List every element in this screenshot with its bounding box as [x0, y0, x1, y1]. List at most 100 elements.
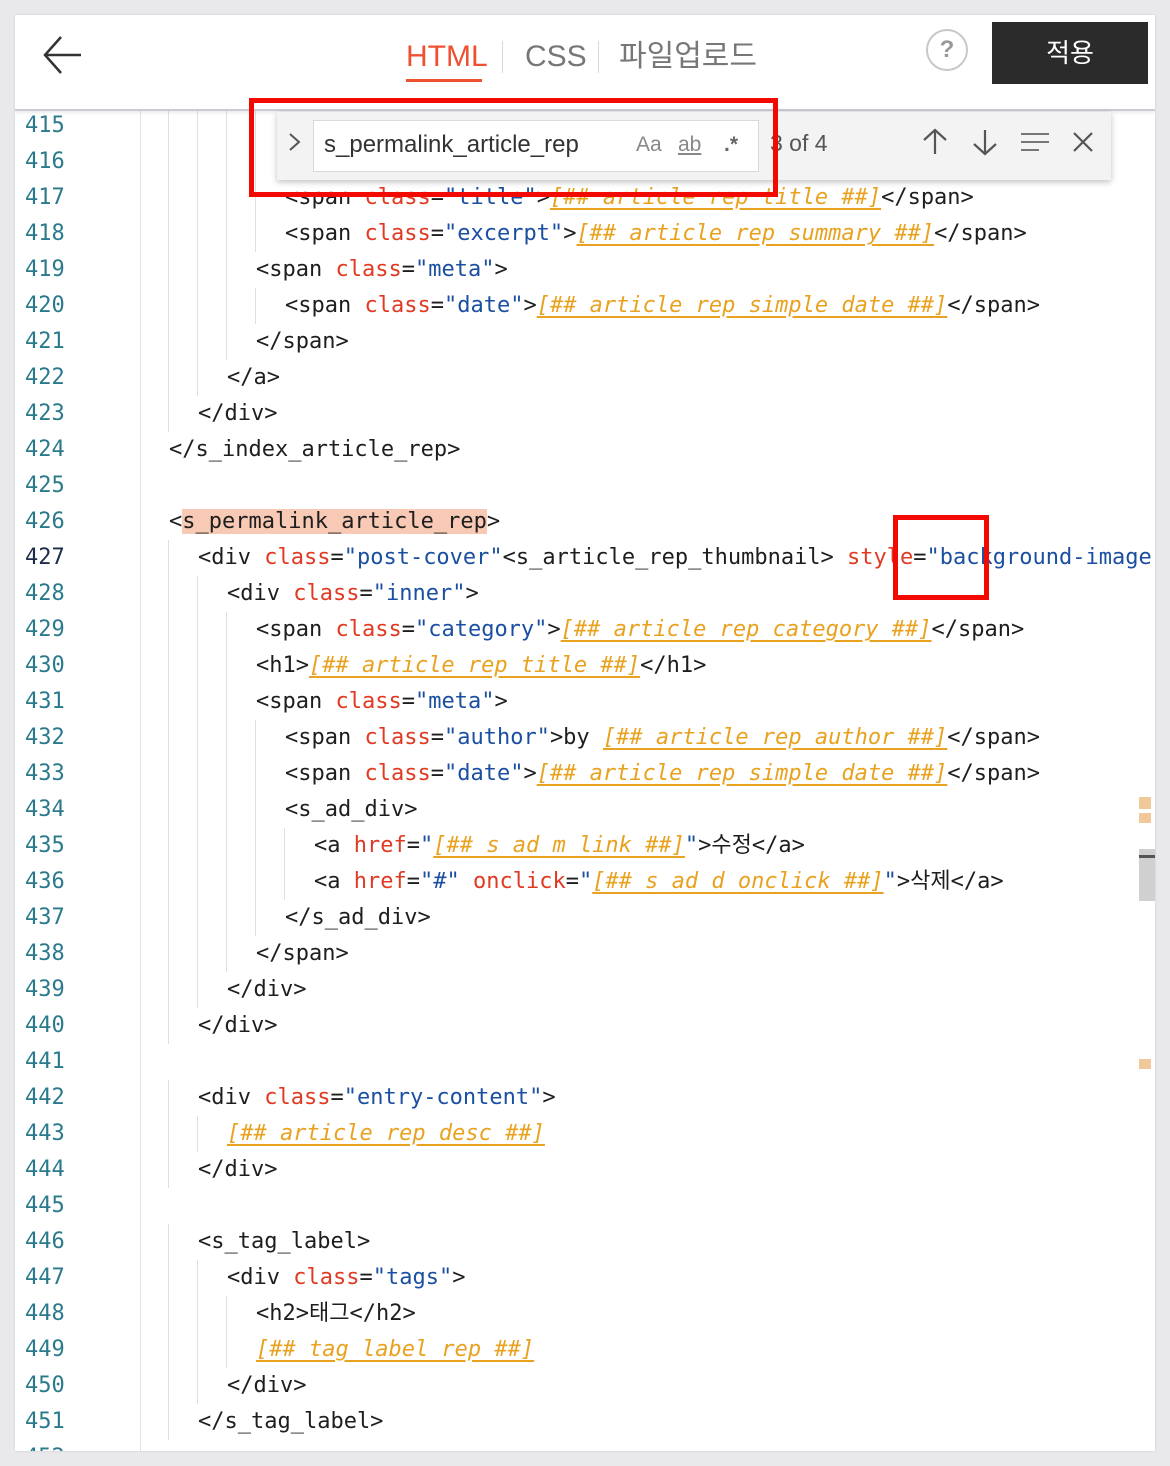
line-number: 440	[25, 1013, 65, 1038]
indent-guide	[168, 1152, 169, 1188]
tab-css[interactable]: CSS	[525, 37, 587, 77]
code-text: <s_tag_label>	[198, 1224, 370, 1260]
help-button[interactable]: ?	[926, 29, 968, 71]
code-line[interactable]: 447 <div class="tags">	[15, 1260, 1155, 1296]
code-token: "excerpt"	[443, 221, 564, 246]
line-number: 437	[25, 905, 65, 930]
code-token: onclick	[472, 869, 566, 894]
indent-guide	[168, 1116, 169, 1152]
code-line[interactable]: 443 [##_article_rep_desc_##]	[15, 1116, 1155, 1152]
code-line[interactable]: 433 <span class="date">[##_article_rep_si…	[15, 756, 1155, 792]
code-line[interactable]: 438 </span>	[15, 936, 1155, 972]
code-line[interactable]: 446 <s_tag_label>	[15, 1224, 1155, 1260]
code-text: [##_article_rep_desc_##]	[227, 1116, 545, 1152]
code-line[interactable]: 421 </span>	[15, 324, 1155, 360]
line-number: 434	[25, 797, 65, 822]
code-line[interactable]: 418 <span class="excerpt">[##_article_rep…	[15, 216, 1155, 252]
code-token: >	[542, 1085, 556, 1110]
code-line[interactable]: 451 </s_tag_label>	[15, 1404, 1155, 1440]
code-token: =	[401, 617, 415, 642]
code-token: "post-cover"	[343, 545, 503, 570]
code-line[interactable]: 452	[15, 1440, 1155, 1451]
indent-guide	[168, 936, 169, 972]
code-line[interactable]: 442 <div class="entry-content">	[15, 1080, 1155, 1116]
line-number: 424	[25, 437, 65, 462]
indent-guide	[197, 864, 198, 900]
active-tab-underline	[406, 79, 482, 82]
code-token: "category"	[414, 617, 548, 642]
indent-guide	[168, 180, 169, 216]
indent-guide	[255, 216, 256, 252]
indent-guide	[226, 108, 227, 144]
code-token: <span	[285, 293, 365, 318]
code-token: </div>	[227, 977, 307, 1002]
tab-html[interactable]: HTML	[406, 37, 488, 77]
code-text: </s_ad_div>	[285, 900, 431, 936]
line-number: 416	[25, 149, 65, 174]
code-line[interactable]: 424 </s_index_article_rep>	[15, 432, 1155, 468]
code-token: >	[563, 221, 577, 246]
code-token: class	[364, 221, 431, 246]
indent-guide	[168, 216, 169, 252]
code-line[interactable]: 448 <h2>태그</h2>	[15, 1296, 1155, 1332]
indent-guide	[168, 360, 169, 396]
code-line[interactable]: 431 <span class="meta">	[15, 684, 1155, 720]
code-token: =	[330, 1085, 344, 1110]
code-line[interactable]: 420 <span class="date">[##_article_rep_si…	[15, 288, 1155, 324]
code-token: "#"	[419, 869, 460, 894]
code-token: <span	[256, 257, 336, 282]
code-line[interactable]: 441	[15, 1044, 1155, 1080]
indent-guide	[226, 324, 227, 360]
code-line[interactable]: 450 </div>	[15, 1368, 1155, 1404]
indent-guide	[197, 360, 198, 396]
annotation-box-style	[893, 515, 989, 600]
close-find-button[interactable]	[1069, 126, 1097, 165]
code-line[interactable]: 439 </div>	[15, 972, 1155, 1008]
code-editor[interactable]: 415416</a>417<span class="title">[##_art…	[15, 108, 1155, 1451]
code-line[interactable]: 437 </s_ad_div>	[15, 900, 1155, 936]
indent-guide	[168, 1368, 169, 1404]
code-token: </div>	[227, 1373, 307, 1398]
tab-divider	[598, 41, 599, 73]
code-line[interactable]: 435 <a href="[##_s_ad_m_link_##]">수정</a>	[15, 828, 1155, 864]
previous-match-button[interactable]	[921, 126, 949, 165]
indent-guide	[197, 1296, 198, 1332]
line-number: 418	[25, 221, 65, 246]
code-line[interactable]: 422 </a>	[15, 360, 1155, 396]
code-token: [##_tag_label_rep_##]	[256, 1337, 535, 1362]
editor-tabs: HTML CSS 파일업로드	[15, 15, 1155, 109]
indent-guide	[168, 396, 169, 432]
code-line[interactable]: 432 <span class="author">by [##_article_r…	[15, 720, 1155, 756]
code-token: <div	[198, 545, 265, 570]
code-line[interactable]: 436 <a href="#" onclick="[##_s_ad_d_oncli…	[15, 864, 1155, 900]
arrow-up-icon	[923, 128, 947, 154]
code-token: </span>	[256, 941, 349, 966]
code-line[interactable]: 430 <h1>[##_article_rep_title_##]</h1>	[15, 648, 1155, 684]
code-token: </span>	[256, 329, 349, 354]
code-line[interactable]: 445	[15, 1188, 1155, 1224]
code-token: </div>	[198, 1157, 278, 1182]
code-line[interactable]: 425	[15, 468, 1155, 504]
apply-button[interactable]: 적용	[992, 22, 1148, 84]
code-line[interactable]: 449 [##_tag_label_rep_##]	[15, 1332, 1155, 1368]
indent-guide	[284, 864, 285, 900]
find-in-selection-button[interactable]	[1019, 126, 1051, 165]
code-token: [##_article_rep_summary_##]	[576, 221, 935, 246]
code-line[interactable]: 423 </div>	[15, 396, 1155, 432]
code-token: >	[547, 617, 561, 642]
code-text: <div class="tags">	[227, 1260, 465, 1296]
code-line[interactable]: 440 </div>	[15, 1008, 1155, 1044]
indent-guide	[197, 108, 198, 144]
code-text: </span>	[256, 936, 349, 972]
code-token: "inner"	[372, 581, 466, 606]
code-line[interactable]: 419 <span class="meta">	[15, 252, 1155, 288]
line-number: 423	[25, 401, 65, 426]
tab-file-upload[interactable]: 파일업로드	[619, 37, 757, 77]
indent-guide	[226, 648, 227, 684]
code-line[interactable]: 444 </div>	[15, 1152, 1155, 1188]
code-token: href	[353, 869, 407, 894]
code-token: <s_tag_label>	[198, 1229, 371, 1254]
code-line[interactable]: 434 <s_ad_div>	[15, 792, 1155, 828]
code-line[interactable]: 429 <span class="category">[##_article_re…	[15, 612, 1155, 648]
next-match-button[interactable]	[971, 126, 999, 165]
